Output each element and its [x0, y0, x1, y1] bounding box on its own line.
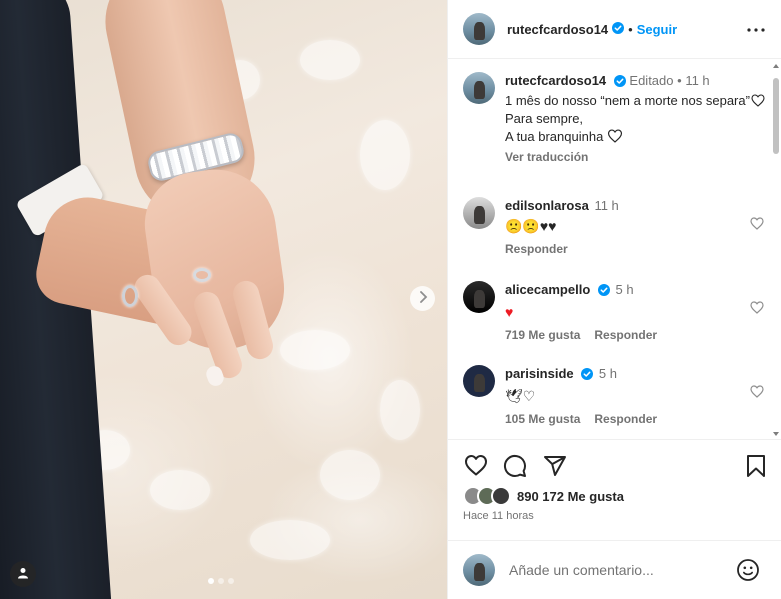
comment-likes[interactable]: 719 Me gusta — [505, 328, 580, 342]
comment-time[interactable]: 5 h — [599, 366, 617, 381]
verified-icon — [612, 21, 625, 37]
more-icon[interactable] — [747, 20, 765, 35]
emoji-icon[interactable] — [736, 558, 760, 585]
reply-button[interactable]: Responder — [594, 412, 657, 426]
comment-icon[interactable] — [503, 454, 527, 481]
comments-scrollbar[interactable] — [771, 60, 781, 440]
edited-label: Editado — [629, 73, 674, 88]
reply-button[interactable]: Responder — [505, 242, 568, 256]
separator: • — [628, 21, 633, 37]
verified-icon — [581, 367, 594, 385]
verified-icon — [597, 283, 610, 301]
carousel-dot — [218, 578, 224, 584]
comment-item: edilsonlarosa 11 h 🙁🙁♥♥ Responder — [463, 197, 768, 256]
avatar — [491, 486, 511, 506]
tagged-users-button[interactable] — [10, 561, 36, 587]
author-username[interactable]: rutecfcardoso14 — [507, 22, 608, 37]
share-icon[interactable] — [543, 454, 567, 481]
likes-summary[interactable]: 890 172 Me gusta — [463, 486, 624, 506]
separator: • — [677, 73, 682, 88]
heart-icon[interactable] — [464, 454, 488, 479]
post-caption: rutecfcardoso14 Editado • 11 h 1 mês do … — [463, 72, 768, 166]
add-comment-bar — [448, 540, 781, 599]
likes-count[interactable]: 890 172 Me gusta — [517, 489, 624, 504]
user-tag-icon — [17, 567, 29, 582]
wedding-band — [122, 285, 138, 307]
scroll-down-icon[interactable] — [773, 432, 779, 436]
post-image[interactable] — [0, 0, 447, 599]
bookmark-icon[interactable] — [745, 454, 767, 481]
carousel-dot — [208, 578, 214, 584]
post-timestamp[interactable]: Hace 11 horas — [463, 510, 534, 522]
avatar — [463, 554, 495, 586]
post-action-bar — [463, 454, 768, 480]
post-header: rutecfcardoso14 • Seguir — [448, 0, 781, 59]
comment-username[interactable]: parisinside — [505, 366, 574, 381]
caption-line: 1 mês do nosso “nem a morte nos separa” — [505, 93, 750, 108]
comment-text: ♥ — [505, 304, 514, 320]
comment-text: 🕊♡ — [505, 388, 536, 404]
comment-username[interactable]: edilsonlarosa — [505, 198, 589, 213]
heart-icon[interactable] — [750, 217, 764, 233]
comment-input[interactable] — [509, 562, 729, 578]
comment-text: 🙁🙁♥♥ — [505, 218, 557, 234]
next-slide-button[interactable] — [410, 286, 435, 311]
avatar[interactable] — [463, 72, 495, 104]
reply-button[interactable]: Responder — [594, 328, 657, 342]
heart-outline-icon — [607, 129, 623, 144]
avatar[interactable] — [463, 281, 495, 313]
engagement-ring — [193, 268, 211, 282]
heart-outline-icon — [750, 93, 765, 108]
caption-line: A tua branquinha — [505, 129, 604, 144]
carousel-dot — [228, 578, 234, 584]
heart-icon[interactable] — [750, 301, 764, 317]
comment-username[interactable]: alicecampello — [505, 282, 590, 297]
post-side-panel: rutecfcardoso14 • Seguir rutecfcardoso14… — [447, 0, 781, 599]
follow-button[interactable]: Seguir — [637, 22, 677, 37]
avatar[interactable] — [463, 365, 495, 397]
scroll-thumb[interactable] — [773, 78, 779, 154]
carousel-indicator — [208, 578, 234, 584]
comment-item: parisinside 5 h 🕊♡ 105 Me gusta Responde… — [463, 365, 768, 426]
comment-time[interactable]: 5 h — [616, 282, 634, 297]
comment-item: alicecampello 5 h ♥ 719 Me gusta Respond… — [463, 281, 768, 342]
heart-icon[interactable] — [750, 385, 764, 401]
translate-link[interactable]: Ver traducción — [505, 148, 765, 166]
comments-list[interactable]: rutecfcardoso14 Editado • 11 h 1 mês do … — [448, 60, 781, 440]
comment-time[interactable]: 11 h — [594, 198, 618, 213]
verified-icon — [613, 74, 626, 92]
scroll-up-icon[interactable] — [773, 64, 779, 68]
caption-username[interactable]: rutecfcardoso14 — [505, 73, 606, 88]
comment-likes[interactable]: 105 Me gusta — [505, 412, 580, 426]
chevron-right-icon — [418, 291, 428, 306]
avatar[interactable] — [463, 197, 495, 229]
avatar[interactable] — [463, 13, 495, 45]
caption-time[interactable]: 11 h — [685, 73, 709, 88]
caption-line: Para sempre, — [505, 111, 584, 126]
